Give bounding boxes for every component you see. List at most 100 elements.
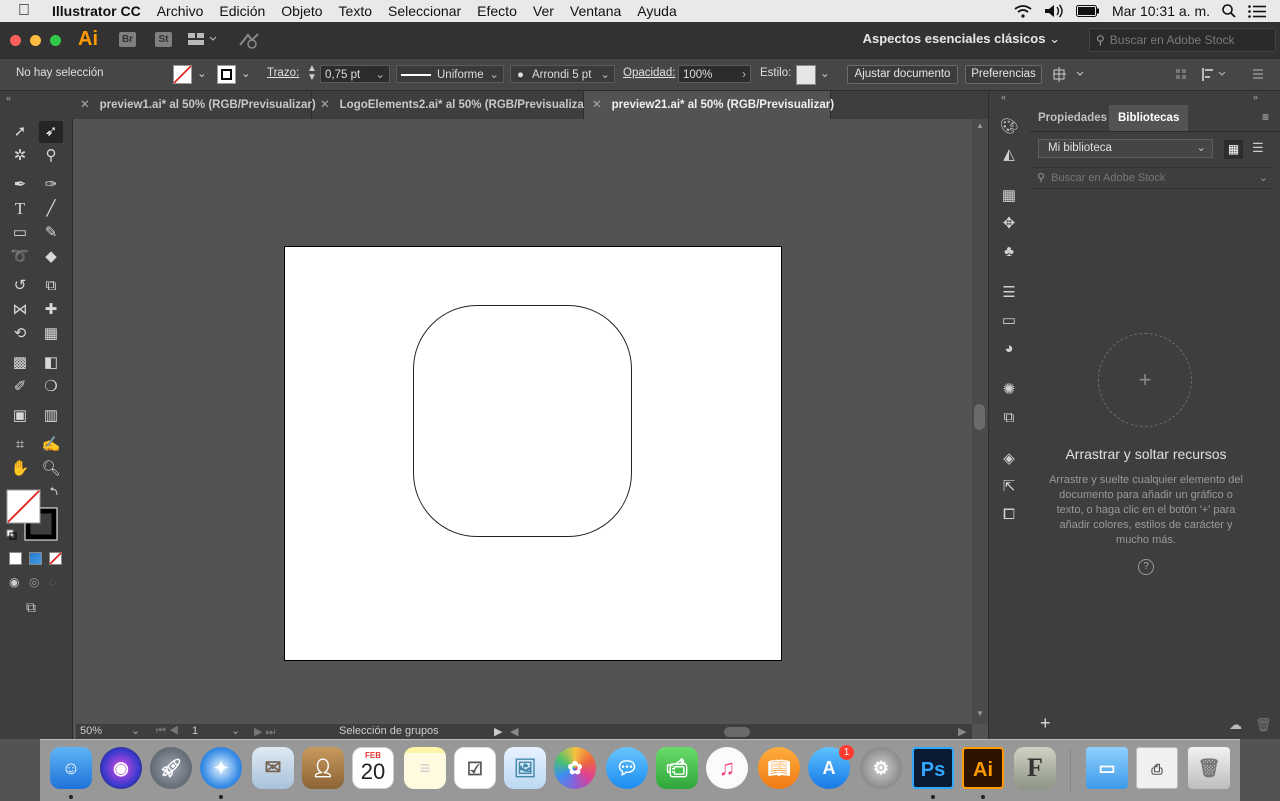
folder-icon[interactable]: ▭ — [1086, 747, 1128, 789]
list-view-icon[interactable]: ☰ — [1252, 140, 1264, 156]
curvature-tool-icon[interactable]: ✑ — [39, 174, 63, 196]
font-book-icon[interactable]: F — [1014, 747, 1056, 789]
grid-view-icon[interactable]: ▦ — [1224, 140, 1243, 159]
tab-preview1[interactable]: ✕ preview1.ai* al 50% (RGB/Previsualizar) — [72, 91, 316, 119]
siri-icon[interactable]: ◉ — [100, 747, 142, 789]
fill-stroke-swatches[interactable] — [6, 487, 62, 543]
perspective-grid-tool-icon[interactable]: ▦ — [39, 323, 63, 345]
rotate-tool-icon[interactable]: ↺ — [8, 275, 32, 297]
draw-normal-icon[interactable]: ◉ — [9, 575, 19, 589]
none-mode-button[interactable] — [49, 552, 62, 565]
group-selection-tool-icon[interactable]: ➶ — [39, 121, 63, 143]
mesh-tool-icon[interactable]: ▩ — [8, 352, 32, 374]
messages-icon[interactable]: 💬︎ — [606, 747, 648, 789]
scroll-down-icon[interactable]: ▼ — [976, 709, 984, 718]
artboards-panel-icon[interactable]: ⧠ — [999, 505, 1019, 525]
artboard-dropdown-icon[interactable]: ⌄ — [231, 724, 240, 737]
contacts-icon[interactable]: 👤︎ — [302, 747, 344, 789]
tab-preview21[interactable]: ✕ preview21.ai* al 50% (RGB/Previsualizar… — [584, 91, 834, 119]
stock-button[interactable]: St — [155, 32, 172, 47]
stroke-weight-field[interactable]: 0,75 pt ⌄ — [320, 65, 390, 83]
finder-icon[interactable]: ☺ — [50, 747, 92, 789]
vertical-scroll-thumb[interactable] — [974, 404, 985, 430]
puppet-warp-tool-icon[interactable]: ✚ — [39, 299, 63, 321]
type-tool-icon[interactable]: T — [8, 198, 32, 220]
column-graph-tool-icon[interactable]: ▥ — [39, 405, 63, 427]
spotlight-search-icon[interactable] — [1222, 4, 1236, 18]
fill-dropdown-icon[interactable]: ⌄ — [197, 66, 207, 80]
artboard-number[interactable]: 1 — [192, 725, 198, 737]
stroke-stepper-icon[interactable]: ▲ ▼ — [307, 64, 317, 83]
symbol-sprayer-tool-icon[interactable]: ▣ — [8, 405, 32, 427]
free-transform-tool-icon[interactable]: ⟲ — [8, 323, 32, 345]
menu-seleccionar[interactable]: Seleccionar — [380, 3, 469, 19]
zoom-dropdown-icon[interactable]: ⌄ — [131, 724, 140, 737]
lasso-tool-icon[interactable]: ⚲ — [39, 145, 63, 167]
menu-ayuda[interactable]: Ayuda — [629, 3, 684, 19]
selection-tool-icon[interactable]: ➚ — [8, 121, 32, 143]
stroke-panel-icon[interactable]: ☰ — [999, 283, 1019, 303]
notes-icon[interactable]: ≡ — [404, 747, 446, 789]
menu-ventana[interactable]: Ventana — [562, 3, 629, 19]
artboard[interactable] — [284, 246, 782, 661]
menu-archivo[interactable]: Archivo — [149, 3, 212, 19]
mail-icon[interactable]: ✉ — [252, 747, 294, 789]
transform-options-icon[interactable] — [1053, 67, 1085, 82]
hand-tool-icon[interactable]: ✋ — [8, 458, 32, 480]
facetime-icon[interactable]: 📹︎ — [656, 747, 698, 789]
stroke-dropdown-icon[interactable]: ⌄ — [241, 66, 251, 80]
menu-texto[interactable]: Texto — [331, 3, 380, 19]
illustrator-icon[interactable]: Ai — [962, 747, 1004, 789]
pen-tool-icon[interactable]: ✒ — [8, 174, 32, 196]
notification-center-icon[interactable] — [1248, 4, 1266, 18]
artboard-tool-icon[interactable]: ⌗ — [8, 434, 32, 456]
color-mode-button[interactable] — [9, 552, 22, 565]
reminders-icon[interactable]: ☑ — [454, 747, 496, 789]
delete-icon[interactable]: 🗑︎ — [1255, 717, 1272, 733]
style-swatch[interactable] — [796, 65, 816, 85]
tab-logoelements2[interactable]: ✕ LogoElements2.ai* al 50% (RGB/Previsual… — [312, 91, 592, 119]
horizontal-scroll-thumb[interactable] — [724, 727, 750, 737]
workspace-switcher[interactable]: Aspectos esenciales clásicos ⌄ — [863, 31, 1060, 47]
menu-efecto[interactable]: Efecto — [469, 3, 525, 19]
app-menu[interactable]: Illustrator CC — [44, 3, 149, 19]
preferences-button[interactable]: Preferencias — [965, 65, 1042, 84]
photoshop-icon[interactable]: Ps — [912, 747, 954, 789]
close-tab-icon[interactable]: ✕ — [80, 99, 90, 111]
rounded-rectangle-shape[interactable] — [413, 305, 632, 537]
safari-icon[interactable]: ✦ — [200, 747, 242, 789]
close-window-button[interactable] — [10, 35, 21, 46]
arrange-documents-icon[interactable] — [188, 33, 218, 45]
shaper-tool-icon[interactable]: ➰ — [8, 246, 32, 268]
close-tab-icon[interactable]: ✕ — [592, 99, 602, 111]
last-artboard-icon[interactable]: ▶ ⏭ — [254, 725, 275, 739]
draw-inside-icon[interactable]: ◌ — [49, 575, 56, 589]
layers-panel-icon[interactable]: ◈ — [999, 449, 1019, 469]
opacity-label[interactable]: Opacidad: — [623, 67, 675, 79]
paintbrush-tool-icon[interactable]: ✎ — [39, 222, 63, 244]
drop-zone[interactable]: + — [1098, 333, 1192, 427]
opacity-field[interactable]: 100% › — [678, 65, 751, 83]
zoom-tool-icon[interactable]: 🔍︎ — [39, 458, 63, 480]
variable-width-profile[interactable]: Uniforme ⌄ — [396, 65, 504, 83]
color-guide-icon[interactable]: ◭ — [999, 145, 1019, 165]
zoom-level[interactable]: 50% — [80, 725, 102, 737]
magic-wand-tool-icon[interactable]: ✲ — [8, 145, 32, 167]
blend-tool-icon[interactable]: ❍ — [39, 376, 63, 398]
expand-panels-icon[interactable]: « — [1001, 92, 1006, 102]
scroll-right-icon[interactable]: ▶ — [958, 725, 966, 738]
stroke-label[interactable]: Trazo: — [267, 67, 299, 79]
eyedropper-tool-icon[interactable]: ✐ — [8, 376, 32, 398]
creative-cloud-sync-icon[interactable]: ☁ — [1229, 717, 1242, 733]
trash-icon[interactable]: 🗑︎ — [1188, 747, 1230, 789]
calendar-icon[interactable]: FEB 20 — [352, 747, 394, 789]
volume-icon[interactable] — [1044, 4, 1064, 18]
screen-mode-icon[interactable]: ⧉ — [26, 599, 36, 616]
wifi-icon[interactable] — [1014, 4, 1032, 18]
draw-behind-icon[interactable]: ◎ — [29, 575, 39, 589]
asset-export-icon[interactable]: ⇱ — [999, 477, 1019, 497]
gradient-mode-button[interactable] — [29, 552, 42, 565]
system-preferences-icon[interactable]: ⚙ — [860, 747, 902, 789]
launchpad-icon[interactable]: 🚀︎ — [150, 747, 192, 789]
help-icon[interactable]: ? — [1138, 559, 1154, 575]
